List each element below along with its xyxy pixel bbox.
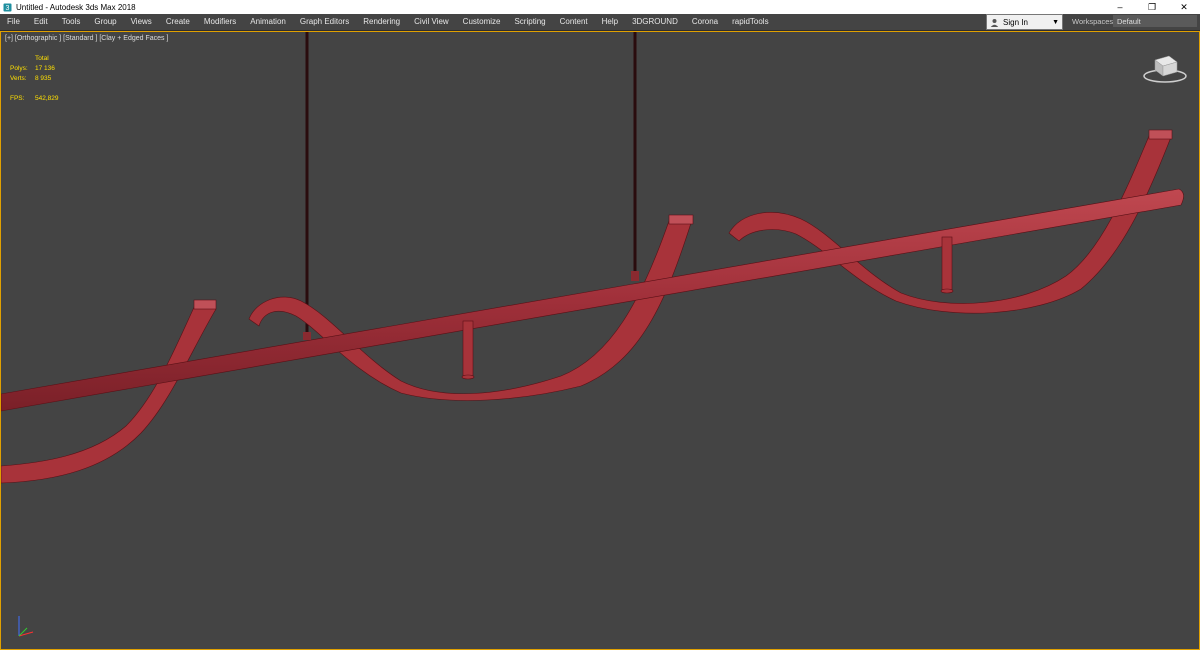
rod-mount-middle <box>461 320 475 380</box>
stats-header: Total <box>35 55 49 62</box>
menu-3dground[interactable]: 3DGROUND <box>625 14 685 30</box>
menu-corona[interactable]: Corona <box>685 14 725 30</box>
fps-label: FPS: <box>10 95 25 102</box>
cable-clip-right <box>631 271 639 281</box>
verts-value: 8 935 <box>35 75 52 82</box>
menu-views[interactable]: Views <box>124 14 159 30</box>
axis-tripod-icon <box>13 612 41 647</box>
menu-edit[interactable]: Edit <box>27 14 55 30</box>
sign-in-dropdown[interactable]: Sign In ▼ <box>986 14 1063 30</box>
title-bar: 3 Untitled - Autodesk 3ds Max 2018 – ❐ ✕ <box>0 0 1200 14</box>
menu-rendering[interactable]: Rendering <box>356 14 407 30</box>
menu-tools[interactable]: Tools <box>55 14 88 30</box>
menu-civil-view[interactable]: Civil View <box>407 14 456 30</box>
workspaces-label: Workspaces: <box>1072 17 1116 26</box>
workspaces-select[interactable]: Default <box>1113 15 1197 27</box>
menu-group[interactable]: Group <box>87 14 123 30</box>
chevron-down-icon: ▼ <box>1052 18 1059 26</box>
scene-render <box>1 32 1184 484</box>
menu-animation[interactable]: Animation <box>243 14 293 30</box>
menu-help[interactable]: Help <box>595 14 625 30</box>
restore-button[interactable]: ❐ <box>1136 0 1168 14</box>
close-button[interactable]: ✕ <box>1168 0 1200 14</box>
rod-mount-right <box>940 236 954 294</box>
viewcube-icon[interactable] <box>1141 50 1189 89</box>
menu-graph-editors[interactable]: Graph Editors <box>293 14 356 30</box>
polys-value: 17 136 <box>35 65 55 72</box>
app-icon: 3 <box>2 2 12 12</box>
viewport[interactable]: [+] [Orthographic ] [Standard ] [Clay + … <box>0 31 1200 650</box>
menu-scripting[interactable]: Scripting <box>507 14 552 30</box>
fps-value: 542,829 <box>35 95 59 102</box>
menu-modifiers[interactable]: Modifiers <box>197 14 243 30</box>
menu-rapidtools[interactable]: rapidTools <box>725 14 775 30</box>
viewport-label[interactable]: [+] [Orthographic ] [Standard ] [Clay + … <box>5 35 168 42</box>
statistics-overlay: Total Polys: 17 136 Verts: 8 935 FPS: 542,8… <box>10 54 59 104</box>
window-title: Untitled - Autodesk 3ds Max 2018 <box>16 2 136 12</box>
user-icon <box>990 18 1000 27</box>
verts-label: Verts: <box>10 75 27 82</box>
minimize-button[interactable]: – <box>1104 0 1136 14</box>
cable-clip-left <box>303 332 311 340</box>
sign-in-label: Sign In <box>1003 17 1028 27</box>
menu-create[interactable]: Create <box>159 14 197 30</box>
menu-content[interactable]: Content <box>553 14 595 30</box>
workspace-value: Default <box>1117 16 1141 26</box>
polys-label: Polys: <box>10 65 28 72</box>
menu-file[interactable]: File <box>0 14 27 30</box>
menu-bar: File Edit Tools Group Views Create Modif… <box>0 14 1200 31</box>
menu-customize[interactable]: Customize <box>456 14 508 30</box>
svg-text:3: 3 <box>5 5 9 12</box>
